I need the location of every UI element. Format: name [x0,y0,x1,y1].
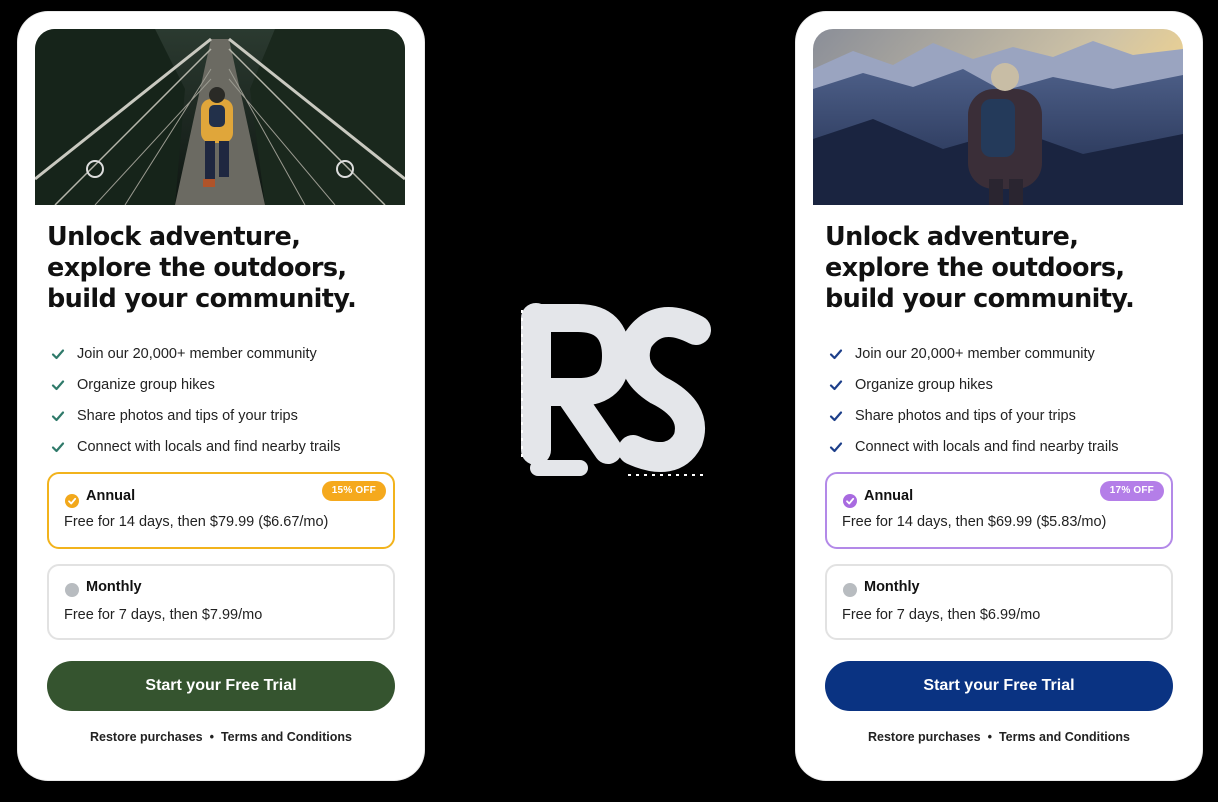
feature-item: Join our 20,000+ member community [829,338,1119,369]
check-icon [829,409,843,423]
plan-description: Free for 7 days, then $6.99/mo [842,607,1041,623]
plan-name: Monthly [86,579,142,595]
check-icon [829,378,843,392]
restore-purchases-link[interactable]: Restore purchases [868,730,981,744]
feature-item: Share photos and tips of your trips [51,400,341,431]
plan-description: Free for 7 days, then $7.99/mo [64,607,263,623]
feature-label: Connect with locals and find nearby trai… [855,438,1119,455]
feature-label: Share photos and tips of your trips [855,407,1076,424]
terms-link[interactable]: Terms and Conditions [999,730,1130,744]
headline-line-1: Unlock adventure, [825,222,1079,252]
paywall-variant-b: Unlock adventure, explore the outdoors, … [796,12,1202,780]
headline-line-2: explore the outdoors, [825,253,1125,283]
plan-description: Free for 14 days, then $79.99 ($6.67/mo) [64,514,329,530]
feature-label: Organize group hikes [855,376,993,393]
start-free-trial-button[interactable]: Start your Free Trial [825,661,1173,711]
feature-item: Organize group hikes [51,369,341,400]
footer-separator: • [209,730,214,744]
revenuecat-logo [508,300,718,500]
headline-line-2: explore the outdoors, [47,253,347,283]
check-icon [51,440,65,454]
headline-line-3: build your community. [47,284,357,314]
restore-purchases-link[interactable]: Restore purchases [90,730,203,744]
feature-label: Share photos and tips of your trips [77,407,298,424]
plan-name: Monthly [864,579,920,595]
footer-links: Restore purchases • Terms and Conditions [18,730,424,744]
footer-links: Restore purchases • Terms and Conditions [796,730,1202,744]
plan-option-annual[interactable]: Annual 15% OFF Free for 14 days, then $7… [47,472,395,549]
hero-image-bridge-hiker [35,29,405,205]
selected-check-icon [65,494,79,508]
feature-label: Connect with locals and find nearby trai… [77,438,341,455]
feature-item: Connect with locals and find nearby trai… [829,431,1119,462]
plan-option-monthly[interactable]: Monthly Free for 7 days, then $6.99/mo [825,564,1173,640]
paywall-variant-a: Unlock adventure, explore the outdoors, … [18,12,424,780]
feature-list: Join our 20,000+ member community Organi… [829,338,1119,462]
feature-label: Join our 20,000+ member community [77,345,317,362]
feature-item: Organize group hikes [829,369,1119,400]
comparison-stage: Unlock adventure, explore the outdoors, … [0,0,1218,802]
plan-description: Free for 14 days, then $69.99 ($5.83/mo) [842,514,1107,530]
feature-item: Share photos and tips of your trips [829,400,1119,431]
check-icon [829,347,843,361]
plan-option-annual[interactable]: Annual 17% OFF Free for 14 days, then $6… [825,472,1173,549]
page-title: Unlock adventure, explore the outdoors, … [825,222,1185,315]
plan-name: Annual [864,488,914,504]
check-icon [829,440,843,454]
radio-unselected-icon [843,583,857,597]
discount-badge: 17% OFF [1099,481,1164,501]
start-free-trial-button[interactable]: Start your Free Trial [47,661,395,711]
check-icon [51,378,65,392]
hero-image-mountain-hiker [813,29,1183,205]
feature-list: Join our 20,000+ member community Organi… [51,338,341,462]
headline-line-1: Unlock adventure, [47,222,301,252]
plan-option-monthly[interactable]: Monthly Free for 7 days, then $7.99/mo [47,564,395,640]
feature-item: Connect with locals and find nearby trai… [51,431,341,462]
page-title: Unlock adventure, explore the outdoors, … [47,222,407,315]
check-icon [51,347,65,361]
discount-badge: 15% OFF [321,481,386,501]
radio-unselected-icon [65,583,79,597]
feature-label: Organize group hikes [77,376,215,393]
terms-link[interactable]: Terms and Conditions [221,730,352,744]
check-icon [51,409,65,423]
footer-separator: • [987,730,992,744]
feature-label: Join our 20,000+ member community [855,345,1095,362]
plan-name: Annual [86,488,136,504]
headline-line-3: build your community. [825,284,1135,314]
selected-check-icon [843,494,857,508]
feature-item: Join our 20,000+ member community [51,338,341,369]
